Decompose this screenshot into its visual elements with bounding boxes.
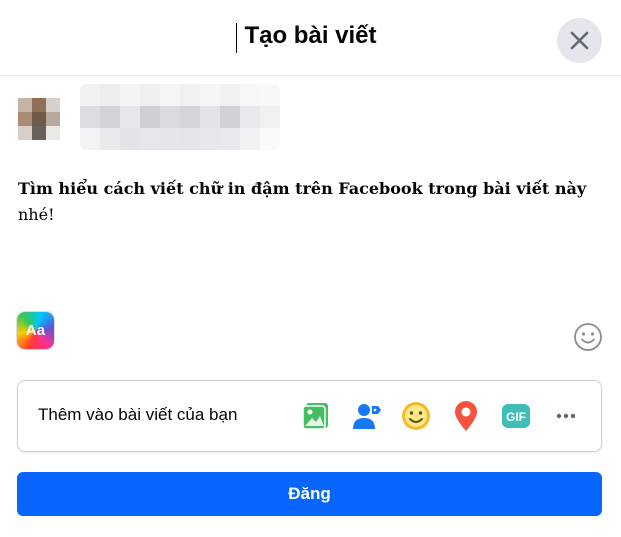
feeling-activity-icon[interactable]	[399, 399, 433, 433]
photo-video-icon[interactable]	[300, 399, 334, 433]
check-in-icon[interactable]	[449, 399, 483, 433]
add-to-post-label: Thêm vào bài viết của bạn	[38, 405, 238, 424]
post-text-regular: nhé!	[18, 205, 55, 224]
more-icon[interactable]	[549, 399, 583, 433]
post-button[interactable]: Đăng	[17, 472, 602, 516]
close-button[interactable]	[557, 18, 602, 63]
text-background-button[interactable]: Aa	[17, 312, 54, 349]
post-text[interactable]: Tìm hiểu cách viết chữ in đậm trên Faceb…	[18, 176, 598, 228]
avatar	[18, 98, 60, 140]
emoji-icon[interactable]	[573, 322, 603, 352]
text-format-icon: Aa	[25, 322, 46, 339]
tag-people-icon[interactable]	[350, 399, 384, 433]
close-icon	[570, 31, 589, 50]
gif-icon[interactable]: GIF	[499, 399, 533, 433]
user-name-blurred	[80, 84, 280, 150]
svg-text:GIF: GIF	[506, 410, 526, 424]
dialog-title: Tạo bài viết	[244, 22, 377, 49]
post-text-bold: Tìm hiểu cách viết chữ in đậm trên Faceb…	[18, 179, 587, 198]
add-to-post-bar: Thêm vào bài viết của bạn GIF	[17, 380, 602, 452]
dialog-header: Tạo bài viết	[0, 0, 621, 76]
